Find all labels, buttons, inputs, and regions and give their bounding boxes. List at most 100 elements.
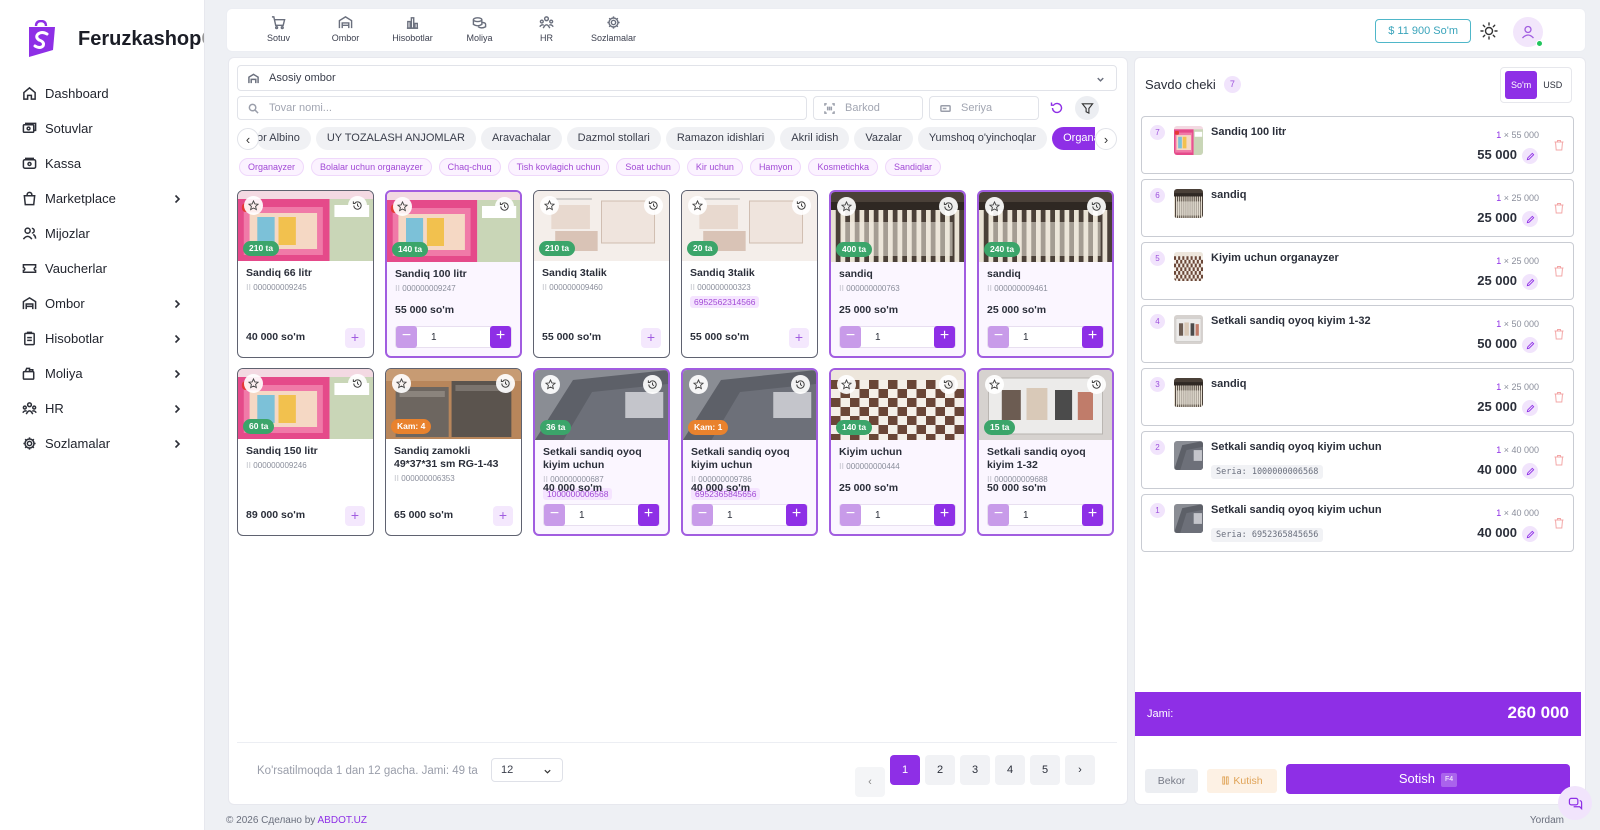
trash-icon[interactable] <box>1553 139 1565 151</box>
hold-button[interactable]: Kutish <box>1207 769 1277 793</box>
subcategory-chip[interactable]: Organayzer <box>239 158 305 176</box>
sidebar-item-vaucherlar[interactable]: Vaucherlar <box>0 251 204 286</box>
category-chip[interactable]: Ramazon idishlari <box>665 127 776 150</box>
favorite-button[interactable] <box>837 375 856 394</box>
favorite-button[interactable] <box>392 374 411 393</box>
history-button[interactable] <box>643 375 662 394</box>
serial-input[interactable]: Seriya <box>929 96 1039 120</box>
product-card[interactable]: 240 ta sandiq ⁝⁝ 000000009461 25 000 so'm −1… <box>977 190 1114 358</box>
favorite-button[interactable] <box>837 197 856 216</box>
add-to-cart-button[interactable]: + <box>493 506 513 526</box>
subcategory-chip[interactable]: Kosmetichka <box>808 158 878 176</box>
warehouse-select[interactable]: Asosiy ombor <box>237 65 1117 91</box>
quantity-value[interactable]: 1 <box>1009 332 1082 343</box>
currency-option[interactable]: USD <box>1537 71 1568 99</box>
theme-toggle-sun-icon[interactable] <box>1480 22 1498 40</box>
increase-button[interactable]: + <box>934 504 955 526</box>
page-button[interactable]: 3 <box>960 755 990 785</box>
quantity-stepper[interactable]: −1 + <box>839 504 956 526</box>
product-card[interactable]: 140 ta Kiyim uchun organayzer ⁝⁝ 000000000… <box>829 368 966 536</box>
increase-button[interactable]: + <box>1082 326 1103 348</box>
currency-option[interactable]: So'm <box>1505 71 1538 99</box>
history-button[interactable] <box>644 196 663 215</box>
trash-icon[interactable] <box>1553 517 1565 529</box>
increase-button[interactable]: + <box>638 504 659 526</box>
add-to-cart-button[interactable]: + <box>345 506 365 526</box>
sidebar-item-sotuvlar[interactable]: Sotuvlar <box>0 111 204 146</box>
sidebar-item-ombor[interactable]: Ombor <box>0 286 204 321</box>
edit-item-button[interactable] <box>1522 526 1538 542</box>
quantity-value[interactable]: 1 <box>1009 510 1082 521</box>
product-card[interactable]: 140 ta Sandiq 100 litr ⁝⁝ 000000009247 55 0… <box>385 190 522 358</box>
product-card[interactable]: 210 ta Sandiq 3talik ⁝⁝ 000000009460 55 000… <box>533 190 670 358</box>
favorite-button[interactable] <box>688 196 707 215</box>
favorite-button[interactable] <box>244 196 263 215</box>
sidebar-item-marketplace[interactable]: Marketplace <box>0 181 204 216</box>
category-chip[interactable]: Yumshoq o'yinchoqlar <box>917 127 1048 150</box>
product-card[interactable]: Kam: 1 Setkali sandiq oyoq kiyim uchun ⁝⁝ … <box>681 368 818 536</box>
history-button[interactable] <box>1087 375 1106 394</box>
category-chip[interactable]: Dazmol stollari <box>566 127 661 150</box>
sidebar-item-moliya[interactable]: Moliya <box>0 356 204 391</box>
topnav-item-moliya[interactable]: Moliya <box>446 15 513 43</box>
subcategory-chip[interactable]: Soat uchun <box>616 158 680 176</box>
category-chip[interactable]: Organayzerlar <box>1052 127 1095 150</box>
product-card[interactable]: Kam: 4 Sandiq zamokli 49*37*31 sm RG-1-43… <box>385 368 522 536</box>
subcategory-chip[interactable]: Kir uchun <box>686 158 743 176</box>
quantity-stepper[interactable]: −1 + <box>839 326 956 348</box>
quantity-stepper[interactable]: −1 + <box>691 504 808 526</box>
edit-item-button[interactable] <box>1522 274 1538 290</box>
favorite-button[interactable] <box>689 375 708 394</box>
increase-button[interactable]: + <box>786 504 807 526</box>
barcode-input[interactable]: Barkod <box>813 96 923 120</box>
favorite-button[interactable] <box>541 375 560 394</box>
decrease-button[interactable]: − <box>840 504 861 526</box>
add-to-cart-button[interactable]: + <box>345 328 365 348</box>
subcategory-chip[interactable]: Sandiqlar <box>884 158 942 176</box>
page-button[interactable]: 4 <box>995 755 1025 785</box>
history-button[interactable] <box>495 197 514 216</box>
page-button[interactable]: 2 <box>925 755 955 785</box>
quantity-value[interactable]: 1 <box>417 332 490 343</box>
decrease-button[interactable]: − <box>692 504 713 526</box>
trash-icon[interactable] <box>1553 454 1565 466</box>
per-page-select[interactable]: 12 <box>491 758 563 782</box>
chat-button[interactable] <box>1558 786 1592 820</box>
increase-button[interactable]: + <box>490 326 511 348</box>
sidebar-item-sozlamalar[interactable]: Sozlamalar <box>0 426 204 461</box>
trash-icon[interactable] <box>1553 391 1565 403</box>
product-card[interactable]: 20 ta Sandiq 3talik ⁝⁝ 000000000323 6952562… <box>681 190 818 358</box>
edit-item-button[interactable] <box>1522 400 1538 416</box>
refresh-button[interactable] <box>1045 96 1069 120</box>
edit-item-button[interactable] <box>1522 148 1538 164</box>
subcategory-chip[interactable]: Hamyon <box>749 158 802 176</box>
history-button[interactable] <box>792 196 811 215</box>
decrease-button[interactable]: − <box>544 504 565 526</box>
history-button[interactable] <box>348 196 367 215</box>
page-button[interactable]: 1 <box>890 755 920 785</box>
topnav-item-sozlamalar[interactable]: Sozlamalar <box>580 15 647 43</box>
product-card[interactable]: 15 ta Setkali sandiq oyoq kiyim 1-32 ⁝⁝ 00… <box>977 368 1114 536</box>
category-chip[interactable]: Akril idish <box>780 127 850 150</box>
sidebar-item-hisobotlar[interactable]: Hisobotlar <box>0 321 204 356</box>
quantity-value[interactable]: 1 <box>861 332 934 343</box>
history-button[interactable] <box>791 375 810 394</box>
quantity-stepper[interactable]: −1 + <box>987 504 1104 526</box>
brand[interactable]: Feruzkashop C <box>0 0 204 64</box>
help-link[interactable]: Yordam <box>1530 815 1564 826</box>
category-next-button[interactable]: › <box>1095 128 1117 150</box>
subcategory-chip[interactable]: Chaq-chuq <box>438 158 501 176</box>
cancel-button[interactable]: Bekor <box>1145 769 1198 793</box>
category-chip[interactable]: UY TOZALASH ANJOMLAR <box>315 127 476 150</box>
favorite-button[interactable] <box>393 197 412 216</box>
page-button[interactable]: 5 <box>1030 755 1060 785</box>
quantity-value[interactable]: 1 <box>861 510 934 521</box>
edit-item-button[interactable] <box>1522 337 1538 353</box>
add-to-cart-button[interactable]: + <box>789 328 809 348</box>
decrease-button[interactable]: − <box>988 504 1009 526</box>
decrease-button[interactable]: − <box>988 326 1009 348</box>
trash-icon[interactable] <box>1553 328 1565 340</box>
quantity-stepper[interactable]: −1 + <box>987 326 1104 348</box>
category-chip[interactable]: or Albino <box>257 127 311 150</box>
history-button[interactable] <box>496 374 515 393</box>
